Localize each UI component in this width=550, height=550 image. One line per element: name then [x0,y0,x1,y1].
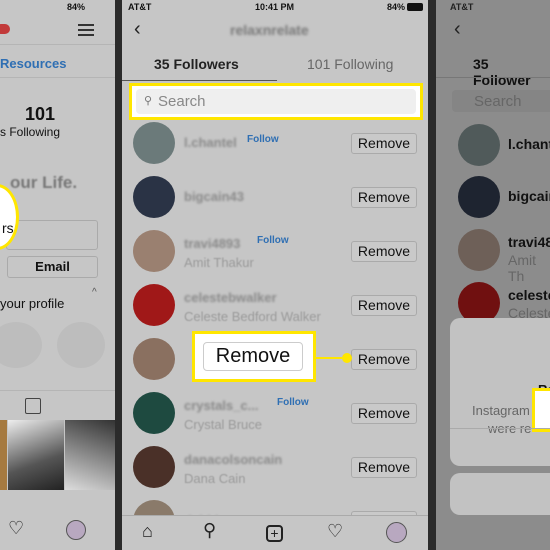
remove-follower-dialog: Re Instagram were re [450,318,550,466]
follower-username[interactable]: celeste [508,287,550,303]
follower-avatar[interactable] [133,230,175,272]
follower-username[interactable]: travi4893 [184,236,240,251]
follower-avatar[interactable] [133,122,175,164]
back-arrow-icon[interactable]: ‹ [134,18,141,41]
follower-full-name: Dana Cain [184,471,246,486]
search-highlight: ⚲ Search [129,83,423,120]
time: 10:41 PM [255,2,295,12]
home-icon[interactable]: ⌂ [142,521,153,542]
following-label[interactable]: s Following [0,125,60,139]
battery-status: 84% [67,2,86,12]
tab-followers[interactable]: 35 Followers [154,56,239,72]
following-count: 101 [25,104,56,124]
remove-button[interactable]: Remove [351,457,417,478]
follower-username[interactable]: travi48 [508,234,550,250]
follower-row: danacolsoncain Dana Cain Remove [122,446,428,500]
search-input[interactable]: Search [452,90,550,112]
follower-row: bigcain43 Remove [122,176,428,230]
callout-dot [342,353,352,363]
follower-row: celestebwalker Celeste Bedford Walker Re… [122,284,428,338]
profile-title: relaxnrelate [230,22,309,38]
search-icon[interactable]: ⚲ [203,520,216,541]
follow-link[interactable]: Follow [257,235,289,246]
follower-row: l.chantel Follow Remove [122,122,428,176]
heart-icon[interactable]: ♡ [327,521,343,542]
tab-followers[interactable]: 35 Follower [473,56,550,88]
follower-username[interactable]: bigcain43 [184,189,244,204]
remove-button[interactable]: Remove [351,349,417,370]
battery-icon [407,3,423,11]
dialog-text: Instagram [472,403,530,418]
chevron-up-icon[interactable]: ^ [92,287,97,298]
tagged-photos-icon[interactable] [25,398,41,414]
remove-button[interactable]: Remove [351,295,417,316]
remove-button[interactable]: Remove [351,241,417,262]
follower-full-name: Celeste Bedford Walker [184,309,321,324]
search-input[interactable]: ⚲ Search [136,89,416,114]
remove-confirmation-screen: AT&T ‹ 35 Follower Search l.chante bigca… [436,0,550,550]
remove-button[interactable]: Remove [351,403,417,424]
photo-thumbnail[interactable] [8,420,64,490]
follower-username[interactable]: danacolsoncain [184,452,282,467]
profile-screen: 84% Resources 101 s Following our Life. … [0,0,115,550]
back-arrow-icon[interactable]: ‹ [454,18,461,41]
follower-avatar[interactable] [133,176,175,218]
menu-icon[interactable] [78,24,94,36]
follower-avatar[interactable] [133,284,175,326]
follower-username[interactable]: bigcain [508,188,550,204]
remove-highlight [532,388,550,432]
tab-following[interactable]: 101 Following [307,56,393,72]
follower-row: travi4893 Follow Amit Thakur Remove [122,230,428,284]
photo-thumbnail[interactable] [65,420,115,490]
active-tab-indicator [122,80,277,81]
follower-username[interactable]: l.chantel [184,135,237,150]
follower-full-name: Crystal Bruce [184,417,263,432]
follower-avatar[interactable] [133,338,175,380]
photo-thumbnail[interactable] [0,420,7,490]
follower-row: crystals_c... Follow Crystal Bruce Remov… [122,392,428,446]
remove-callout: Remove [192,331,316,382]
follower-avatar[interactable] [133,392,175,434]
carrier: AT&T [128,2,152,12]
carrier: AT&T [450,2,474,12]
follow-link[interactable]: Follow [277,397,309,408]
resources-link[interactable]: Resources [0,56,66,71]
follower-full-name: Amit Thakur [184,255,254,270]
cancel-button[interactable] [450,473,550,515]
heart-icon[interactable]: ♡ [8,518,24,539]
bottom-nav: ⌂ ⚲ + ♡ [122,515,428,550]
notification-badge-icon [0,24,10,34]
profile-avatar-icon[interactable] [66,520,86,540]
remove-button[interactable]: Remove [351,133,417,154]
remove-button-enlarged[interactable]: Remove [203,342,303,371]
follower-username[interactable]: crystals_c... [184,398,258,413]
battery-status: 84% [387,2,406,12]
new-post-icon[interactable]: + [266,525,283,542]
remove-button[interactable]: Remove [351,187,417,208]
profile-avatar-icon[interactable] [386,522,407,543]
search-icon: ⚲ [144,95,153,107]
email-button[interactable]: Email [7,256,98,278]
suggested-label: your profile [0,296,65,311]
follower-username[interactable]: celestebwalker [184,290,277,305]
follow-link[interactable]: Follow [247,134,279,145]
bio-text: our Life. [10,173,78,192]
follower-username[interactable]: l.chante [508,136,550,152]
followers-screen: AT&T 10:41 PM 84% ‹ relaxnrelate 35 Foll… [122,0,428,550]
follower-avatar[interactable] [133,446,175,488]
